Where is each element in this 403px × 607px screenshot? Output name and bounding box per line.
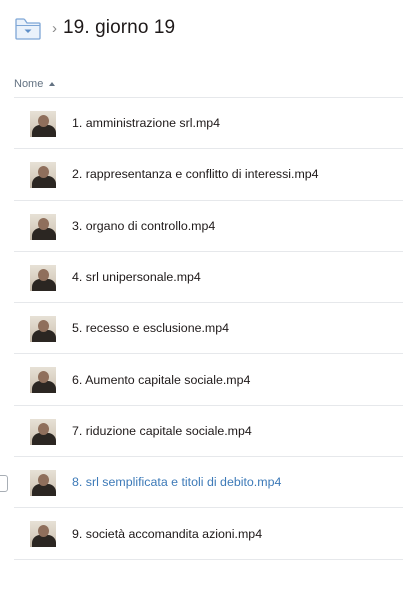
- file-name[interactable]: 9. società accomandita azioni.mp4: [72, 527, 262, 541]
- sort-ascending-icon: [49, 82, 56, 86]
- file-row[interactable]: 7. riduzione capitale sociale.mp4: [14, 406, 403, 458]
- breadcrumb: › 19. giorno 19: [14, 12, 175, 44]
- select-checkbox[interactable]: [0, 475, 8, 493]
- video-thumbnail: [30, 111, 56, 137]
- file-name[interactable]: 8. srl semplificata e titoli di debito.m…: [72, 475, 281, 489]
- breadcrumb-separator: ›: [52, 19, 57, 37]
- video-thumbnail: [30, 521, 56, 548]
- file-name[interactable]: 7. riduzione capitale sociale.mp4: [72, 424, 252, 438]
- file-row-hovered[interactable]: 8. srl semplificata e titoli di debito.m…: [0, 457, 403, 509]
- file-list: 1. amministrazione srl.mp4 2. rappresent…: [0, 98, 403, 560]
- file-name[interactable]: 1. amministrazione srl.mp4: [72, 116, 220, 130]
- file-name[interactable]: 4. srl unipersonale.mp4: [72, 270, 201, 284]
- file-row[interactable]: 3. organo di controllo.mp4: [14, 201, 403, 252]
- table-header: Nome: [14, 71, 403, 98]
- file-row[interactable]: 9. società accomandita azioni.mp4: [14, 508, 403, 560]
- video-thumbnail: [30, 213, 56, 240]
- column-header-label: Nome: [14, 78, 44, 90]
- video-thumbnail: [30, 316, 56, 343]
- column-header-name[interactable]: Nome: [14, 78, 56, 90]
- video-thumbnail: [30, 418, 56, 445]
- file-name[interactable]: 3. organo di controllo.mp4: [72, 219, 215, 233]
- page-title: 19. giorno 19: [63, 17, 176, 38]
- file-row[interactable]: 5. recesso e esclusione.mp4: [14, 303, 403, 355]
- folder-icon[interactable]: [14, 15, 42, 41]
- file-name[interactable]: 5. recesso e esclusione.mp4: [72, 321, 229, 335]
- video-thumbnail: [30, 264, 56, 291]
- video-thumbnail: [30, 162, 56, 189]
- file-row[interactable]: 1. amministrazione srl.mp4: [14, 98, 403, 150]
- file-name[interactable]: 6. Aumento capitale sociale.mp4: [72, 373, 250, 387]
- file-row[interactable]: 4. srl unipersonale.mp4: [14, 252, 403, 304]
- file-row[interactable]: 2. rappresentanza e conflitto di interes…: [14, 149, 403, 201]
- video-thumbnail: [30, 470, 56, 497]
- video-thumbnail: [30, 367, 56, 394]
- file-row[interactable]: 6. Aumento capitale sociale.mp4: [14, 354, 403, 406]
- file-name[interactable]: 2. rappresentanza e conflitto di interes…: [72, 167, 319, 181]
